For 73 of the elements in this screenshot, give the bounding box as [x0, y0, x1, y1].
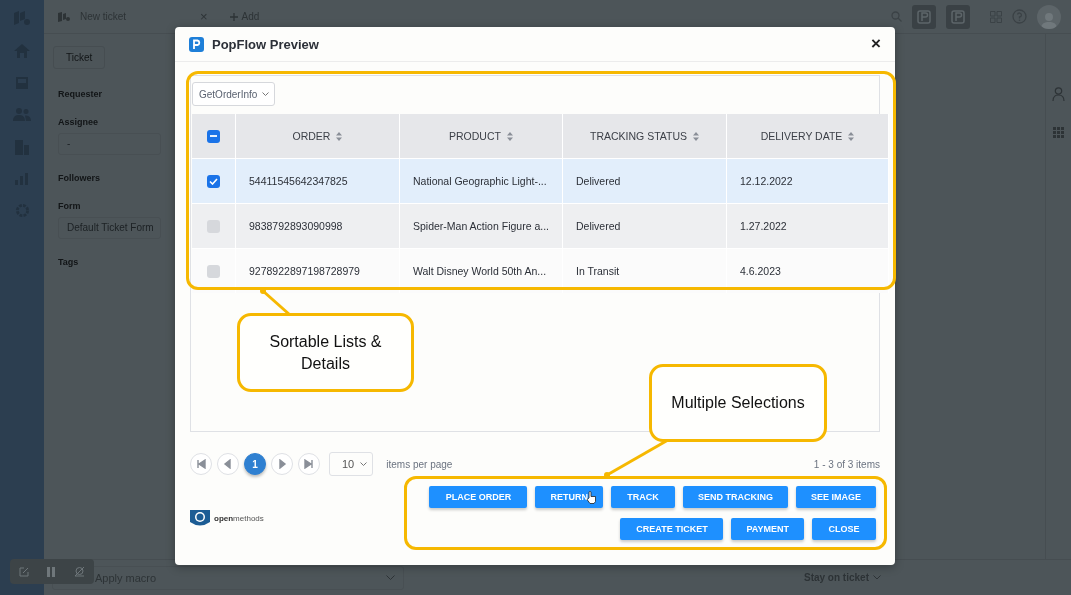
- table-cell: 9278922897198728979: [236, 248, 400, 293]
- table-cell: 9838792893090998: [236, 203, 400, 248]
- last-page-button[interactable]: [298, 453, 320, 475]
- field-label: Form: [58, 201, 81, 211]
- table-cell: 12.12.2022: [727, 158, 889, 203]
- skip-forward-icon[interactable]: [304, 459, 314, 469]
- brand-name: openmethods: [214, 514, 264, 523]
- column-header[interactable]: TRACKING STATUS: [563, 114, 727, 158]
- pause-icon[interactable]: [47, 566, 56, 577]
- next-page-button[interactable]: [271, 453, 293, 475]
- dialog-title: PopFlow Preview: [212, 36, 320, 52]
- page-size-select[interactable]: 10: [329, 452, 374, 476]
- action-button[interactable]: CLOSE: [812, 518, 876, 540]
- sort-icon[interactable]: [848, 131, 855, 141]
- callout: Multiple Selections: [649, 364, 827, 442]
- chevron-icon[interactable]: [873, 575, 881, 580]
- field-label: Requester: [58, 89, 102, 99]
- triangle-left-icon[interactable]: [223, 459, 233, 469]
- sort-icon[interactable]: [693, 131, 699, 141]
- field-input[interactable]: -: [58, 133, 161, 155]
- table-cell: Delivered: [563, 158, 727, 203]
- table-cell: National Geographic Light-...: [400, 158, 563, 203]
- column-header[interactable]: PRODUCT: [400, 114, 563, 158]
- sort-icon[interactable]: [336, 131, 343, 141]
- table-cell: 1.27.2022: [727, 203, 889, 248]
- action-button[interactable]: PAYMENT: [731, 518, 804, 540]
- page-button[interactable]: 1: [244, 453, 266, 475]
- avatar-icon[interactable]: [1037, 4, 1061, 29]
- sort-icon[interactable]: [506, 131, 513, 141]
- table-cell: 4.6.2023: [727, 248, 889, 293]
- table-cell: Delivered: [563, 203, 727, 248]
- ticket-tab[interactable]: Ticket: [53, 46, 106, 69]
- action-button[interactable]: RETURN: [535, 486, 603, 508]
- action-button[interactable]: PLACE ORDER: [429, 486, 528, 508]
- app-icon[interactable]: [912, 4, 936, 29]
- field-label: Followers: [58, 173, 100, 183]
- edit-icon[interactable]: [19, 566, 30, 577]
- table-cell: Walt Disney World 50th An...: [400, 248, 563, 293]
- app-logo-icon: [189, 36, 204, 52]
- table-cell: 54411545642347825: [236, 158, 400, 203]
- previous-page-button[interactable]: [217, 453, 239, 475]
- app-icon[interactable]: [946, 4, 970, 29]
- brand-logo-icon: [190, 510, 210, 527]
- first-page-button[interactable]: [190, 453, 212, 475]
- items-summary: 1 - 3 of 3 items: [813, 458, 880, 470]
- apps-icon[interactable]: [1053, 127, 1064, 138]
- triangle-right-icon[interactable]: [277, 459, 287, 469]
- action-button[interactable]: TRACK: [610, 486, 675, 508]
- skip-back-icon[interactable]: [196, 459, 206, 469]
- field-label: Tags: [58, 257, 79, 267]
- field-label: Assignee: [58, 117, 99, 127]
- action-button[interactable]: CREATE TICKET: [620, 518, 724, 540]
- table-cell: Spider-Man Action Figure a...: [400, 203, 563, 248]
- ticket-icon: [58, 11, 70, 22]
- table-cell: In Transit: [563, 248, 727, 293]
- chevron-icon[interactable]: [360, 462, 368, 466]
- select-all-checkbox[interactable]: [207, 129, 220, 143]
- close-button[interactable]: ×: [871, 34, 881, 54]
- chevron-icon[interactable]: [262, 92, 270, 96]
- action-button[interactable]: SEE IMAGE: [796, 486, 876, 508]
- query-select[interactable]: GetOrderInfo: [192, 82, 276, 106]
- action-button[interactable]: SEND TRACKING: [682, 486, 788, 508]
- row-checkbox[interactable]: [207, 219, 220, 233]
- unlink-icon[interactable]: [73, 566, 85, 577]
- plus-icon[interactable]: [229, 12, 238, 21]
- column-header[interactable]: ORDER: [236, 114, 400, 158]
- column-header[interactable]: DELIVERY DATE: [727, 114, 889, 158]
- page-size-label: items per page: [386, 458, 453, 470]
- person-icon[interactable]: [1052, 87, 1065, 101]
- tab-close[interactable]: ×: [200, 9, 208, 24]
- row-checkbox[interactable]: [207, 264, 220, 278]
- callout: Sortable Lists & Details: [237, 313, 414, 392]
- chevron-icon[interactable]: [386, 575, 395, 580]
